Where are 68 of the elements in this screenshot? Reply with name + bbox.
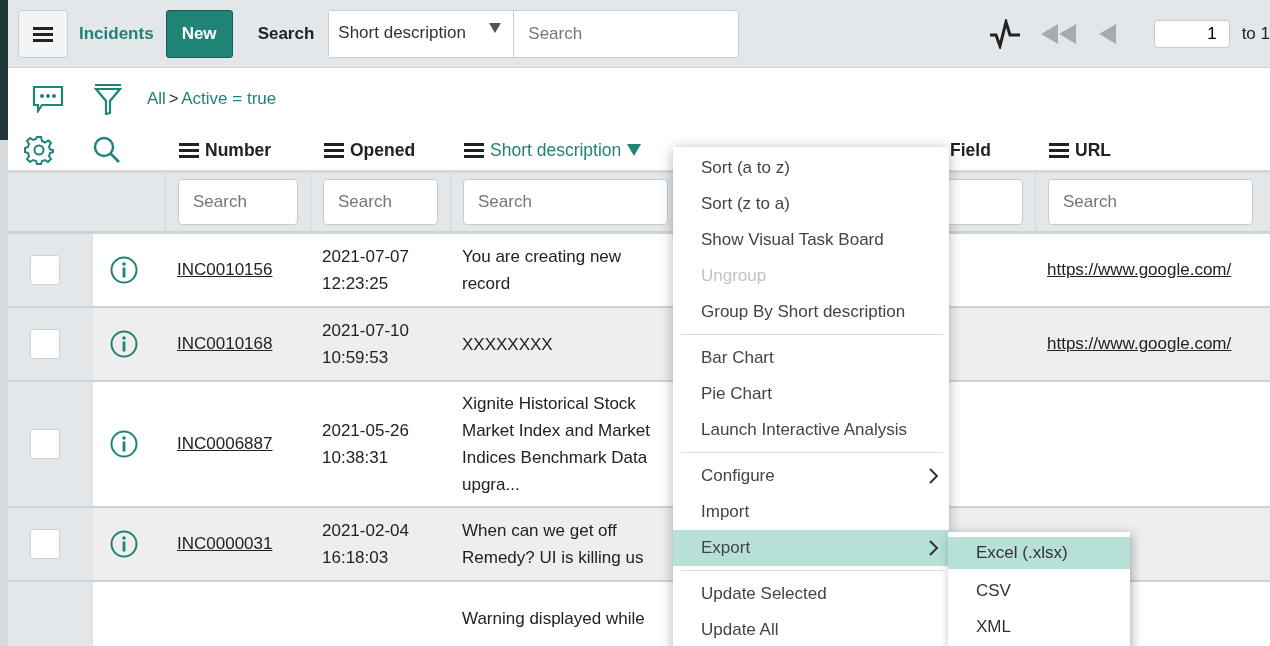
menu-item[interactable]: Show Visual Task Board	[673, 222, 949, 258]
new-button[interactable]: New	[165, 9, 233, 58]
short-description: Xignite Historical Stock Market Index and Market Indices Benchmark Data upgra...	[462, 393, 652, 496]
chat-icon[interactable]	[32, 85, 64, 113]
info-icon[interactable]	[110, 330, 138, 358]
column-search-field[interactable]: Search	[463, 179, 668, 225]
column-search-field[interactable]: Search	[1048, 179, 1253, 225]
info-icon[interactable]	[110, 256, 138, 284]
row-checkbox[interactable]	[30, 429, 60, 459]
row-checkbox[interactable]	[30, 529, 60, 559]
dropdown-icon	[489, 22, 502, 33]
menu-button[interactable]	[18, 9, 68, 58]
opened-date: 2021-07-07 12:23:25	[322, 246, 409, 295]
menu-item[interactable]: CSV	[948, 573, 1130, 609]
breadcrumb-separator: >	[168, 90, 179, 108]
short-description: When can we get off Remedy? UI is killing us	[462, 520, 645, 569]
page-total: to 1	[1241, 23, 1270, 44]
column-menu-icon	[464, 142, 484, 158]
menu-icon	[33, 25, 53, 42]
settings-icon[interactable]	[24, 135, 54, 165]
menu-item[interactable]: Export	[673, 530, 949, 566]
opened-date: 2021-02-04 16:18:03	[322, 520, 409, 569]
url-link[interactable]: https://www.google.com/	[1047, 260, 1232, 280]
activity-icon[interactable]	[988, 18, 1021, 49]
incident-number-link[interactable]: INC0006887	[177, 434, 273, 454]
column-search-field[interactable]: Search	[178, 179, 298, 225]
filter-icon[interactable]	[93, 83, 123, 115]
menu-item[interactable]: Update Selected	[673, 576, 949, 612]
breadcrumb-link[interactable]: Active = true	[181, 89, 277, 109]
short-description: You are creating new record	[462, 246, 623, 295]
menu-item[interactable]: Import	[673, 494, 949, 530]
opened-date: 2021-05-26 10:38:31	[322, 420, 409, 469]
column-header[interactable]: URL	[1035, 139, 1111, 161]
incident-number-link[interactable]: INC0010168	[177, 334, 273, 354]
row-checkbox[interactable]	[30, 255, 60, 285]
search-icon[interactable]	[93, 136, 121, 164]
short-description: XXXXXXXX	[462, 333, 553, 356]
opened-date: 2021-07-10 10:59:53	[322, 320, 409, 369]
list-title: Incidents	[79, 23, 154, 44]
menu-item[interactable]: Pie Chart	[673, 376, 949, 412]
incident-number-link[interactable]: INC0000031	[177, 534, 273, 554]
search-field-select[interactable]: Short description	[329, 10, 515, 57]
menu-item[interactable]: Group By Short description	[673, 294, 949, 330]
search-label: Search	[257, 23, 315, 44]
menu-item[interactable]: Excel (.xlsx)	[948, 537, 1130, 569]
search-field[interactable]: Short description Search	[328, 9, 740, 58]
column-menu-icon	[1049, 142, 1069, 158]
column-menu-icon	[179, 142, 199, 158]
incident-number-link[interactable]: INC0010156	[177, 260, 273, 280]
column-header[interactable]: Number	[165, 139, 272, 161]
menu-item[interactable]: Configure	[673, 458, 949, 494]
menu-item[interactable]: Bar Chart	[673, 340, 949, 376]
row-checkbox[interactable]	[30, 329, 60, 359]
url-link[interactable]: https://www.google.com/	[1047, 334, 1232, 354]
page-input[interactable]: 1	[1153, 19, 1230, 48]
menu-item[interactable]: Sort (z to a)	[673, 186, 949, 222]
column-header[interactable]: Opened	[310, 139, 416, 161]
sort-arrow-icon	[627, 144, 642, 156]
menu-item[interactable]: XML	[948, 609, 1130, 645]
column-search-field[interactable]: Search	[323, 179, 438, 225]
breadcrumb-link[interactable]: All	[147, 89, 166, 109]
menu-item[interactable]: Update All	[673, 612, 949, 646]
info-icon[interactable]	[110, 430, 138, 458]
short-description: Warning displayed while	[462, 607, 645, 630]
menu-item[interactable]: Launch Interactive Analysis	[673, 412, 949, 448]
column-header[interactable]: Short description	[450, 139, 642, 161]
column-menu-icon	[324, 142, 344, 158]
info-icon[interactable]	[110, 530, 138, 558]
